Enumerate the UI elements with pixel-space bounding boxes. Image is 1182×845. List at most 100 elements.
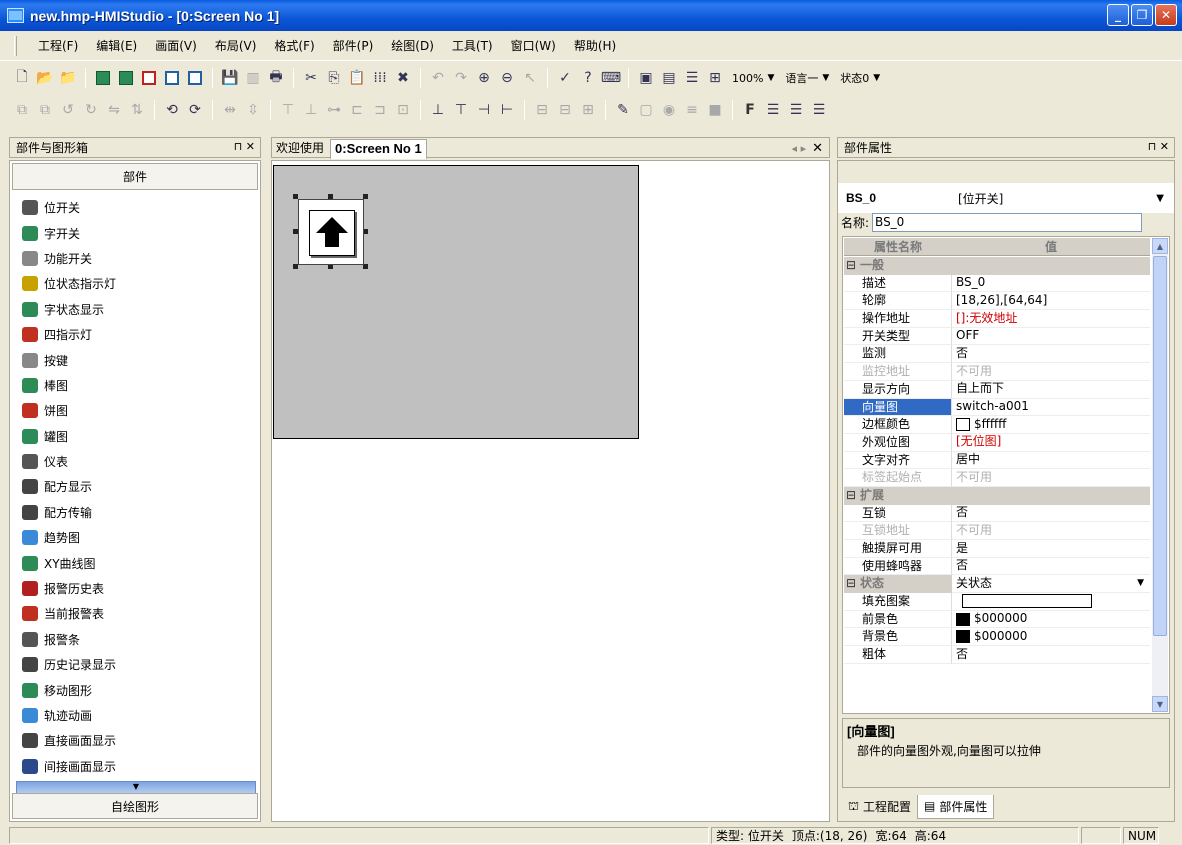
property-row[interactable]: 互锁否: [844, 504, 1150, 523]
align-bottom-icon[interactable]: ⊥: [301, 100, 321, 120]
tab-component-props[interactable]: ▤ 部件属性: [917, 794, 995, 819]
part-item[interactable]: 配方显示: [10, 474, 260, 499]
property-value[interactable]: [952, 593, 1150, 611]
cut-icon[interactable]: ✂: [301, 68, 321, 88]
same-width-icon[interactable]: ⇹: [220, 100, 240, 120]
property-value[interactable]: OFF: [952, 328, 1150, 346]
check-icon[interactable]: ✓: [555, 68, 575, 88]
part-item[interactable]: 棒图: [10, 373, 260, 398]
redo-icon[interactable]: ↷: [451, 68, 471, 88]
property-value[interactable]: 不可用: [952, 522, 1150, 540]
rotate-right-icon[interactable]: ↻: [81, 100, 101, 120]
parts-section-header[interactable]: 部件: [12, 163, 258, 190]
bit-switch-widget[interactable]: [293, 194, 368, 269]
screen-canvas[interactable]: [273, 165, 639, 439]
property-value[interactable]: switch-a001: [952, 399, 1150, 417]
group-icon[interactable]: ⟲: [162, 100, 182, 120]
center-page-icon[interactable]: ⊞: [578, 100, 598, 120]
menu-tools[interactable]: 工具(T): [443, 37, 502, 54]
flip-h-icon[interactable]: ⇋: [104, 100, 124, 120]
menu-screen[interactable]: 画面(V): [146, 37, 206, 54]
property-row[interactable]: 显示方向 自上而下: [844, 380, 1150, 399]
zoom-in-icon[interactable]: ⊕: [474, 68, 494, 88]
property-value[interactable]: 否: [952, 505, 1150, 523]
property-row[interactable]: 标签起始点 不可用: [844, 469, 1150, 487]
part-item[interactable]: XY曲线图: [10, 550, 260, 575]
grid-icon[interactable]: ⊞: [705, 68, 725, 88]
part-item[interactable]: 饼图: [10, 398, 260, 423]
menu-format[interactable]: 格式(F): [265, 37, 323, 54]
open-screen-icon[interactable]: [116, 68, 136, 88]
screen-properties-icon[interactable]: [185, 68, 205, 88]
delete-screen-icon[interactable]: [139, 68, 159, 88]
property-row[interactable]: 开关类型 OFF: [844, 327, 1150, 346]
bold-font-button[interactable]: F: [740, 102, 760, 118]
property-row[interactable]: 文字对齐 居中: [844, 451, 1150, 470]
part-item[interactable]: 位开关: [10, 195, 260, 220]
delete-icon[interactable]: ✖: [393, 68, 413, 88]
property-category[interactable]: ⊟ 状态 关状态 ▼: [844, 575, 1150, 594]
custom-graphics-section[interactable]: 自绘图形: [12, 793, 258, 819]
property-row[interactable]: 边框颜色 $ffffff: [844, 416, 1150, 434]
property-row[interactable]: 描述 BS_0: [844, 274, 1150, 293]
minimize-button[interactable]: _: [1107, 4, 1129, 26]
zoom-select[interactable]: 100% ▼: [728, 68, 778, 88]
color-pen-icon[interactable]: ✎: [613, 100, 633, 120]
property-value[interactable]: 否: [952, 345, 1150, 364]
open-project-icon[interactable]: 📂: [35, 68, 55, 88]
paste-icon[interactable]: 📋: [347, 68, 367, 88]
property-value[interactable]: $ffffff: [952, 416, 1150, 434]
tab-nav-icon[interactable]: ◂ ▸ ✕: [792, 141, 823, 156]
align-right-icon[interactable]: ⊐: [370, 100, 390, 120]
menu-help[interactable]: 帮助(H): [565, 37, 625, 54]
move-up-icon[interactable]: ⊥: [428, 100, 448, 120]
keyboard-icon[interactable]: ⌨: [601, 68, 621, 88]
property-value[interactable]: BS_0: [952, 275, 1150, 293]
ungroup-icon[interactable]: ⟳: [185, 100, 205, 120]
tab-project-config[interactable]: ⛫ 工程配置: [842, 795, 917, 819]
collapse-icon[interactable]: ⊟: [846, 575, 860, 593]
align-middle-icon[interactable]: ⊶: [324, 100, 344, 120]
property-row[interactable]: 使用蜂鸣器否: [844, 557, 1150, 576]
text-align-center-icon[interactable]: ☰: [786, 100, 806, 120]
send-back-icon[interactable]: ⧉: [35, 100, 55, 120]
property-value[interactable]: $000000: [952, 611, 1150, 629]
rotate-left-icon[interactable]: ↺: [58, 100, 78, 120]
part-item[interactable]: 移动图形: [10, 677, 260, 702]
close-button[interactable]: ✕: [1155, 4, 1177, 26]
property-value[interactable]: 不可用: [952, 469, 1150, 487]
fill-color-icon[interactable]: ■: [705, 100, 725, 120]
multi-copy-icon[interactable]: ⁞⁞⁞: [370, 68, 390, 88]
menu-project[interactable]: 工程(F): [29, 37, 87, 54]
scroll-up-icon[interactable]: ▲: [1152, 238, 1168, 254]
property-row[interactable]: 填充图案: [844, 593, 1150, 611]
menu-parts[interactable]: 部件(P): [324, 37, 383, 54]
part-item[interactable]: 仪表: [10, 449, 260, 474]
property-row[interactable]: 前景色 $000000: [844, 610, 1150, 629]
pointer-icon[interactable]: ↖: [520, 68, 540, 88]
view-component-icon[interactable]: ▣: [636, 68, 656, 88]
property-row[interactable]: 向量图 switch-a001: [844, 398, 1150, 417]
panel-pin-close-icon[interactable]: ⊓ ✕: [1148, 140, 1169, 153]
part-item[interactable]: 功能开关: [10, 246, 260, 271]
part-item[interactable]: 按键: [10, 347, 260, 372]
view-plc-icon[interactable]: ▤: [659, 68, 679, 88]
property-value[interactable]: [无位图]: [952, 434, 1150, 452]
property-row[interactable]: 互锁地址 不可用: [844, 522, 1150, 540]
bring-front-icon[interactable]: ⧉: [12, 100, 32, 120]
restore-button[interactable]: ❐: [1131, 4, 1153, 26]
part-item[interactable]: 轨迹动画: [10, 703, 260, 728]
property-row[interactable]: 外观位图 [无位图]: [844, 433, 1150, 452]
part-item[interactable]: 字状态显示: [10, 297, 260, 322]
copy-icon[interactable]: ⎘: [324, 68, 344, 88]
property-row[interactable]: 操作地址 []:无效地址: [844, 310, 1150, 328]
part-item[interactable]: 直接画面显示: [10, 728, 260, 753]
save-icon[interactable]: 💾: [220, 68, 240, 88]
part-item[interactable]: 罐图: [10, 424, 260, 449]
part-item[interactable]: 报警条: [10, 627, 260, 652]
save-all-icon[interactable]: ▥: [243, 68, 263, 88]
name-field[interactable]: BS_0: [872, 212, 1143, 232]
property-row[interactable]: 粗体否: [844, 646, 1150, 664]
property-row[interactable]: 监测否: [844, 345, 1150, 364]
scroll-down-icon[interactable]: ▼: [1152, 696, 1168, 712]
